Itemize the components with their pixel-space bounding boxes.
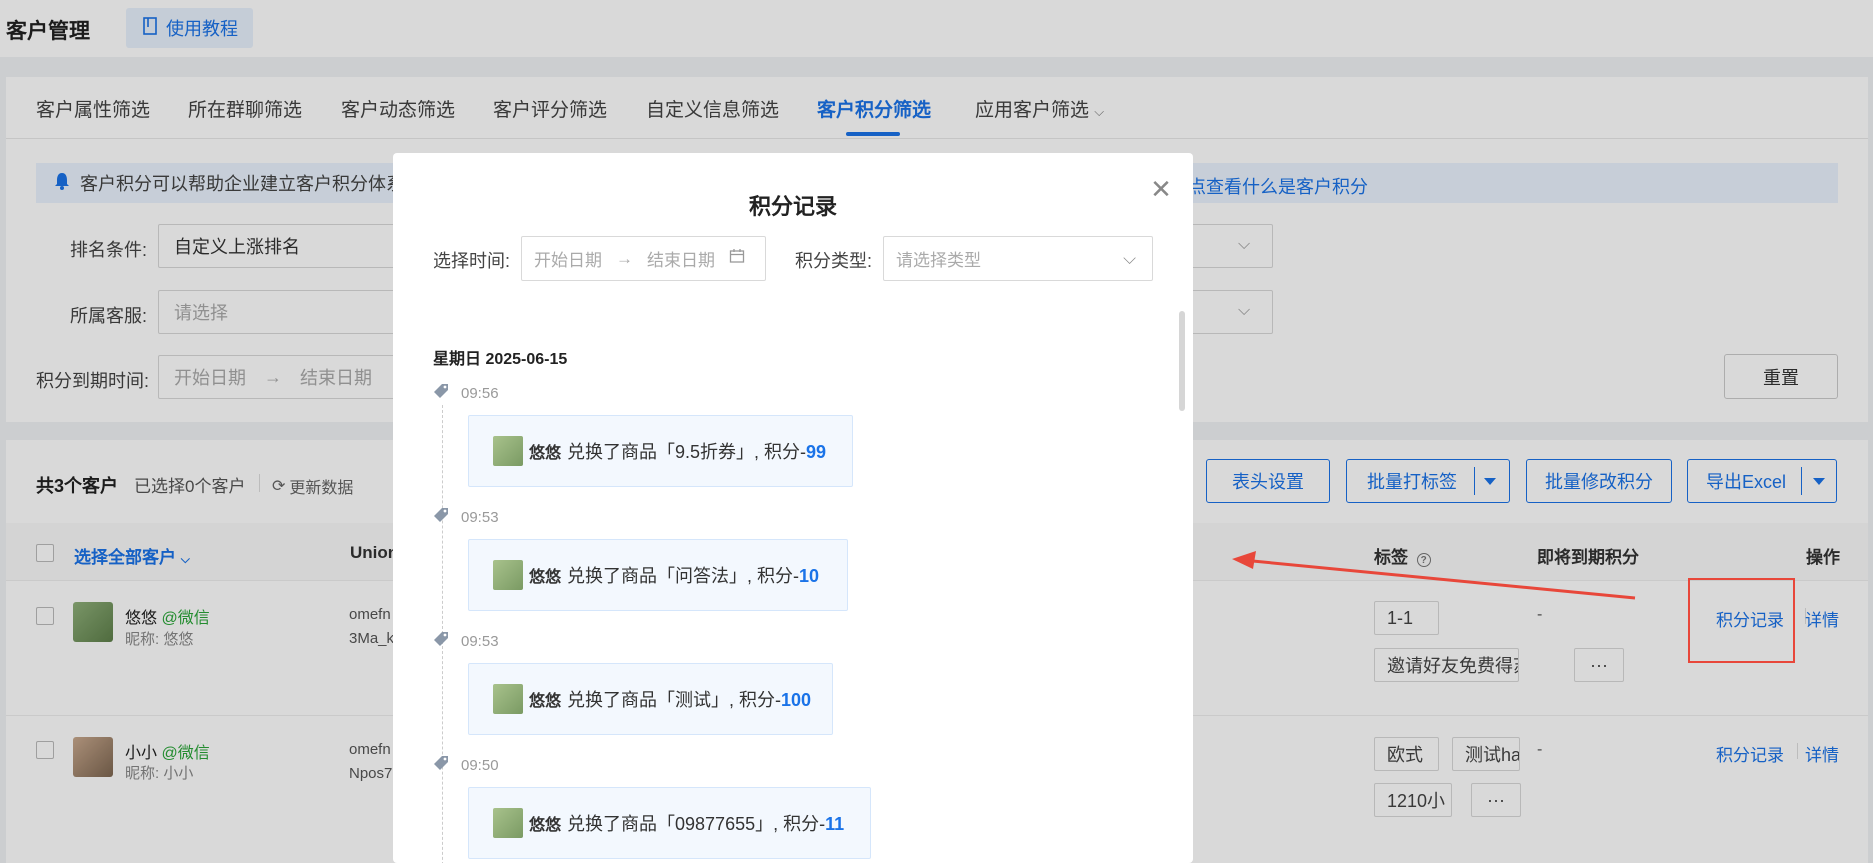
record-text: 兑换了商品「测试」, 积分-: [567, 690, 782, 710]
tag-icon: [433, 755, 449, 771]
annotation-arrow: [1232, 551, 1636, 600]
record-text: 兑换了商品「问答法」, 积分-: [567, 566, 800, 586]
arrow-right-icon: →: [616, 248, 633, 268]
avatar: [493, 684, 523, 714]
record-time: 09:56: [461, 385, 499, 402]
tag-icon: [433, 507, 449, 523]
record-time: 09:53: [461, 633, 499, 650]
record-points: 11: [825, 814, 845, 834]
tag-icon: [433, 383, 449, 399]
record-text: 兑换了商品「9.5折券」, 积分-: [567, 442, 807, 462]
chevron-down-icon: ⌵: [1123, 248, 1136, 268]
record-points: 99: [806, 442, 827, 462]
record-time: 09:53: [461, 509, 499, 526]
record-user: 悠悠: [529, 693, 562, 710]
record-points: 10: [799, 566, 820, 586]
type-select[interactable]: 请选择类型 ⌵: [883, 236, 1153, 281]
date-range-picker[interactable]: 开始日期 → 结束日期: [521, 236, 766, 281]
end-date-placeholder: 结束日期: [647, 251, 715, 270]
points-record-modal: 积分记录 ✕ 选择时间: 开始日期 → 结束日期 积分类型: 请选择类型 ⌵ 星…: [393, 153, 1193, 863]
type-placeholder: 请选择类型: [896, 251, 981, 270]
type-label: 积分类型:: [795, 251, 873, 271]
record-card: 悠悠 兑换了商品「09877655」, 积分-11: [468, 787, 871, 859]
modal-title: 积分记录: [748, 194, 837, 219]
start-date-placeholder: 开始日期: [534, 251, 602, 270]
close-icon[interactable]: ✕: [1147, 175, 1175, 203]
record-user: 悠悠: [529, 445, 562, 462]
time-label: 选择时间:: [433, 251, 511, 271]
record-user: 悠悠: [529, 569, 562, 586]
avatar: [493, 560, 523, 590]
record-time: 09:50: [461, 757, 499, 774]
record-points: 100: [781, 690, 812, 710]
record-card: 悠悠 兑换了商品「9.5折券」, 积分-99: [468, 415, 853, 487]
record-text: 兑换了商品「09877655」, 积分-: [567, 814, 826, 834]
record-card: 悠悠 兑换了商品「问答法」, 积分-10: [468, 539, 848, 611]
tag-icon: [433, 631, 449, 647]
record-card: 悠悠 兑换了商品「测试」, 积分-100: [468, 663, 833, 735]
scrollbar[interactable]: [1179, 311, 1185, 411]
annotation-highlight-box: [1688, 578, 1795, 663]
record-user: 悠悠: [529, 817, 562, 834]
avatar: [493, 808, 523, 838]
avatar: [493, 436, 523, 466]
day-label: 星期日 2025-06-15: [433, 351, 568, 368]
calendar-icon: [729, 248, 745, 269]
